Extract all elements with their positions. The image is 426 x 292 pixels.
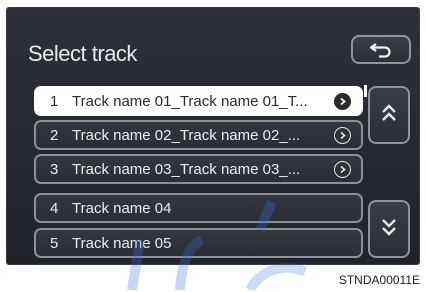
- track-number: 1: [50, 92, 59, 110]
- back-arrow-icon: [368, 41, 394, 59]
- scroll-up-button[interactable]: [368, 86, 410, 144]
- track-detail-icon[interactable]: [334, 127, 351, 144]
- track-detail-icon[interactable]: [334, 93, 351, 110]
- screen-title: Select track: [28, 41, 137, 66]
- track-number: 4: [50, 199, 59, 217]
- track-row-4[interactable]: 4 Track name 04: [34, 193, 363, 223]
- back-button[interactable]: [351, 35, 411, 64]
- double-chevron-down-icon: [380, 217, 398, 242]
- track-name: Track name 05: [72, 234, 172, 252]
- double-chevron-up-icon: [380, 103, 398, 128]
- track-name: Track name 04: [72, 199, 172, 217]
- track-number: 2: [50, 126, 59, 144]
- track-row-5[interactable]: 5 Track name 05: [34, 228, 363, 258]
- track-number: 3: [50, 160, 59, 178]
- track-detail-icon[interactable]: [334, 161, 351, 178]
- track-row-3[interactable]: 3 Track name 03_Track name 03_...: [34, 154, 363, 184]
- track-name: Track name 02_Track name 02_...: [72, 126, 301, 144]
- track-name: Track name 01_Track name 01_T...: [72, 92, 308, 110]
- track-name: Track name 03_Track name 03_...: [72, 160, 301, 178]
- track-row-1[interactable]: 1 Track name 01_Track name 01_T...: [34, 86, 363, 116]
- scroll-down-button[interactable]: [368, 200, 410, 258]
- track-row-2[interactable]: 2 Track name 02_Track name 02_...: [34, 120, 363, 150]
- scroll-position-indicator[interactable]: [364, 85, 367, 97]
- figure-code: STNDA00011E: [338, 273, 420, 287]
- track-number: 5: [50, 234, 59, 252]
